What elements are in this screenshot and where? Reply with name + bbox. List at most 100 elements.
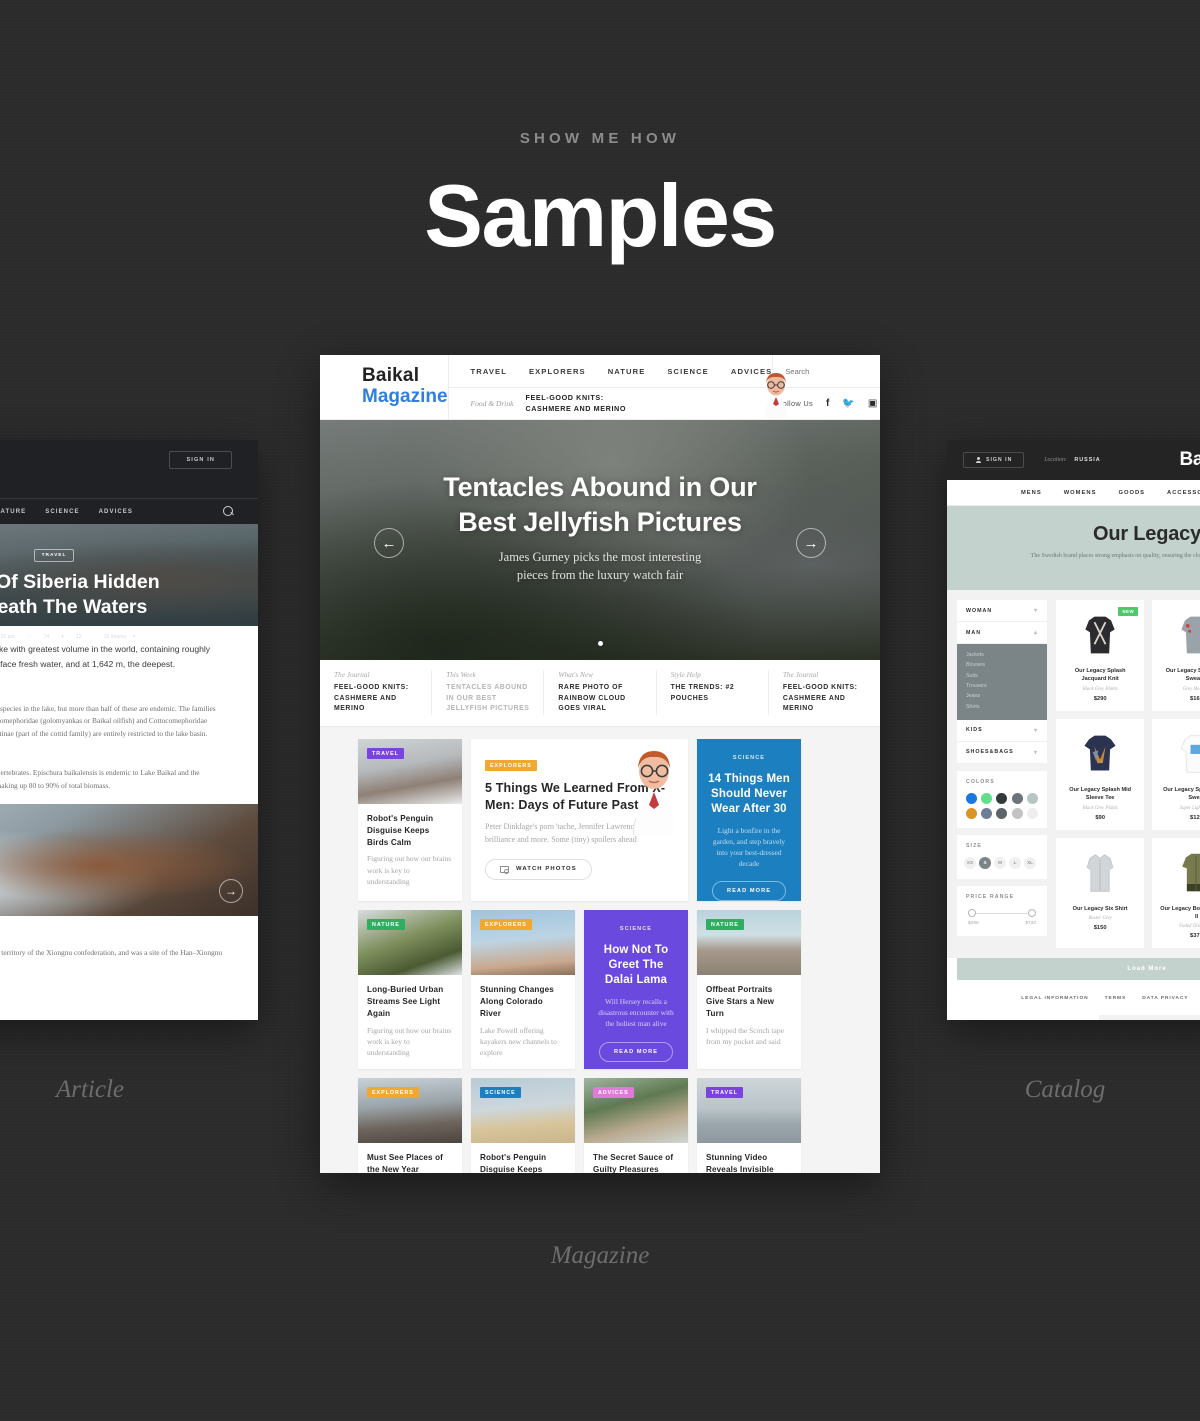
filter-item-blouses[interactable]: Blouses <box>966 660 1038 670</box>
promo-card[interactable]: SCIENCE How Not To Greet The Dalai Lama Wi… <box>584 910 688 1070</box>
card-excerpt: Will Hersey recalls a disastrous encount… <box>598 997 674 1029</box>
product-card[interactable]: Our Legacy Six Shirt Boxter Grey $150 <box>1056 837 1145 949</box>
color-swatch[interactable] <box>996 807 1008 819</box>
search-input[interactable] <box>785 366 880 376</box>
ticker-item[interactable]: This Week TENTACLES ABOUND IN OUR BEST JE… <box>432 670 545 716</box>
catalog-nav-accessories[interactable]: ACCESSORIES <box>1167 490 1200 496</box>
color-swatch[interactable] <box>966 807 977 819</box>
product-card[interactable]: NEW Our Legacy Splash Jacquard Knit Black … <box>1056 600 1145 711</box>
product-card[interactable]: Our Legacy Splash 50s Sweater Grey Melang… <box>1152 600 1200 711</box>
color-swatch[interactable] <box>996 792 1008 804</box>
price-slider-knob-max[interactable] <box>1028 909 1036 918</box>
price-max: $720 <box>1025 921 1036 927</box>
catalog-brand[interactable]: Baikal <box>1179 449 1200 471</box>
footer-link[interactable]: TERMS <box>1105 996 1127 1001</box>
filter-item-shirts[interactable]: Shirts <box>966 702 1038 712</box>
size-option[interactable]: XL <box>1024 856 1036 869</box>
filter-item-jackets[interactable]: Jackets <box>966 650 1038 660</box>
filter-group-kids[interactable]: KIDS ▾ <box>957 720 1047 742</box>
magazine-sample: Baikal Magazine TRAVEL EXPLORERS NATURE … <box>320 355 880 1173</box>
article-nav-advices[interactable]: ADVICES <box>99 509 133 515</box>
article-card[interactable]: ADVICES The Secret Sauce of Guilty Pleasu… <box>584 1078 688 1173</box>
product-card[interactable]: Our Legacy Splash Great Sweat Super Light… <box>1152 718 1200 830</box>
ticker-item[interactable]: The Journal FEEL-GOOD KNITS: CASHMERE AND… <box>320 670 433 716</box>
article-share-button[interactable]: 15 shares ↗ <box>93 628 146 645</box>
filter-group-woman[interactable]: WOMAN ▾ <box>957 600 1047 622</box>
catalog-location[interactable]: Location: RUSSIA <box>1044 457 1100 463</box>
size-option[interactable]: M <box>994 856 1006 869</box>
magazine-nav-explorers[interactable]: EXPLORERS <box>529 367 586 376</box>
chevron-up-icon: ▴ <box>1033 630 1038 636</box>
catalog-filter-categories: WOMAN ▾ MAN ▴ Jackets Blouses Suits Trou… <box>957 600 1047 764</box>
catalog-nav-goods[interactable]: GOODS <box>1118 490 1145 496</box>
arrow-right-icon[interactable]: → <box>219 879 243 904</box>
instagram-icon[interactable]: ▣ <box>868 398 877 409</box>
article-nav-science[interactable]: SCIENCE <box>45 509 79 515</box>
card-tag: SCIENCE <box>480 1087 521 1099</box>
hero-slider-dots[interactable] <box>320 633 880 651</box>
read-more-button[interactable]: READ MORE <box>598 1041 674 1062</box>
article-card[interactable]: EXPLORERS Must See Places of the New Year… <box>358 1078 462 1173</box>
search-icon[interactable] <box>223 506 234 517</box>
promo-card[interactable]: SCIENCE 14 Things Men Should Never Wear A… <box>697 739 801 902</box>
article-card[interactable]: SCIENCE Robot's Penguin Disguise Keeps Bi… <box>471 1078 575 1173</box>
magazine-logo[interactable]: Baikal Magazine <box>320 355 448 419</box>
newsletter-input[interactable]: E-mail ✉ <box>1098 1015 1200 1020</box>
size-option[interactable]: S <box>979 856 991 869</box>
ticker-item[interactable]: Style Help THE TRENDS: #2 POUCHES <box>657 670 769 716</box>
arrow-right-icon[interactable]: → <box>796 528 826 558</box>
facebook-icon[interactable]: f <box>826 398 829 409</box>
magazine-nav-nature[interactable]: NATURE <box>608 367 646 376</box>
filter-group-shoesbags[interactable]: SHOES&BAGS ▾ <box>957 742 1047 764</box>
footer-link[interactable]: LEGAL INFORMATION <box>1021 996 1088 1001</box>
ticker-item[interactable]: What's New RARE PHOTO OF RAINBOW CLOUD GO… <box>544 670 657 716</box>
article-signin-button[interactable]: SIGN IN <box>169 451 232 469</box>
size-option[interactable]: L <box>1009 856 1021 869</box>
ticker-title: FEEL-GOOD KNITS: CASHMERE AND MERINO <box>334 684 409 713</box>
color-swatch[interactable] <box>1011 807 1023 819</box>
article-card[interactable]: TRAVEL Robot's Penguin Disguise Keeps Bir… <box>358 739 462 902</box>
magazine-nav-travel[interactable]: TRAVEL <box>471 367 507 376</box>
article-card[interactable]: TRAVEL Stunning Video Reveals Invisible C… <box>697 1078 801 1173</box>
catalog-signin-button[interactable]: SIGN IN <box>963 452 1025 468</box>
color-swatch[interactable] <box>1011 792 1023 804</box>
color-swatch[interactable] <box>1026 792 1038 804</box>
catalog-nav-womens[interactable]: WOMENS <box>1064 490 1097 496</box>
catalog-load-more-button[interactable]: Load More <box>957 958 1200 981</box>
watch-photos-button[interactable]: WATCH PHOTOS <box>485 858 592 880</box>
color-swatch[interactable] <box>981 792 993 804</box>
feature-card[interactable]: EXPLORERS 5 Things We Learned From X-Men:… <box>471 739 688 902</box>
article-nav-nature[interactable]: NATURE <box>0 509 26 515</box>
filter-group-man[interactable]: MAN ▴ <box>957 622 1047 644</box>
subbar-headline[interactable]: FEEL-GOOD KNITS: CASHMERE AND MERINO <box>525 393 645 414</box>
article-card[interactable]: EXPLORERS Stunning Changes Along Colorado… <box>471 910 575 1070</box>
hero-dot-active[interactable] <box>597 641 603 646</box>
price-slider[interactable]: $290 $720 <box>957 904 1047 937</box>
arrow-left-icon[interactable]: ← <box>374 528 404 558</box>
product-name: Our Legacy Six Shirt <box>1072 905 1128 912</box>
ticker-item[interactable]: The Journal FEEL-GOOD KNITS: CASHMERE AND… <box>769 670 880 715</box>
product-color: Black Grey Plants <box>1082 805 1118 811</box>
article-meta: June 11, 2014 9:26 pm ♡ 74 ▾ 12 15 share… <box>0 628 258 645</box>
price-slider-knob-min[interactable] <box>968 909 976 918</box>
article-card[interactable]: NATURE Offbeat Portraits Give Stars a New… <box>697 910 801 1070</box>
size-option[interactable]: XS <box>964 856 976 869</box>
footer-link[interactable]: DATA PRIVACY <box>1142 996 1188 1001</box>
filter-colors-label: COLORS <box>966 778 995 785</box>
card-tag: NATURE <box>706 919 744 931</box>
filter-item-jeans[interactable]: Jeans <box>966 691 1038 701</box>
card-thumbnail: SCIENCE <box>471 1078 575 1144</box>
product-card[interactable]: Our Legacy Bomber Jacket II Faded Olive T… <box>1152 837 1200 949</box>
color-swatch[interactable] <box>981 807 993 819</box>
catalog-nav-mens[interactable]: MENS <box>1021 490 1042 496</box>
product-card[interactable]: Our Legacy Splash Mid Sleeve Tee Black Gr… <box>1056 718 1145 830</box>
twitter-icon[interactable]: 🐦 <box>842 398 854 409</box>
filter-item-suits[interactable]: Suits <box>966 671 1038 681</box>
color-swatch[interactable] <box>966 792 977 804</box>
article-card[interactable]: NATURE Long-Buried Urban Streams See Ligh… <box>358 910 462 1070</box>
magazine-nav-science[interactable]: SCIENCE <box>667 367 708 376</box>
caption-magazine: Magazine <box>550 1242 650 1269</box>
color-swatch[interactable] <box>1026 807 1038 819</box>
filter-item-trousers[interactable]: Trousers <box>966 681 1038 691</box>
read-more-button[interactable]: READ MORE <box>711 881 787 902</box>
